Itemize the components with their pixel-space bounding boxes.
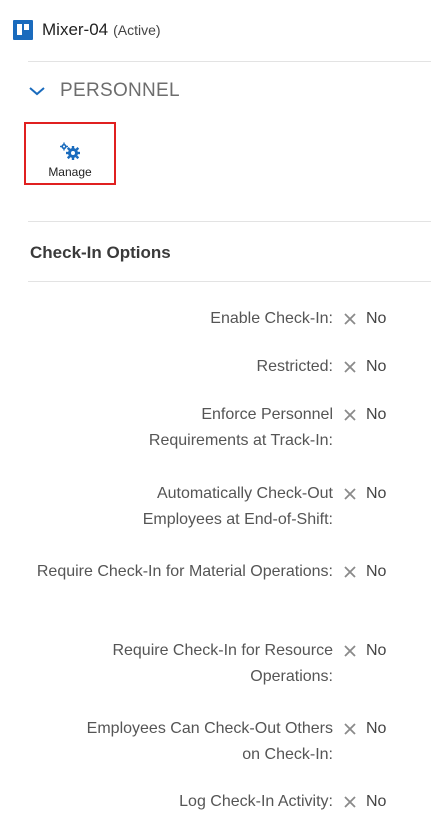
resource-name: Mixer-04 <box>42 20 109 39</box>
x-icon <box>344 313 356 325</box>
option-label: Enforce Personnel Requirements at Track-… <box>148 406 333 449</box>
option-value: No <box>343 481 386 507</box>
resource-personnel-panel: Mixer-04 (Active) PERSONNEL Manage Check… <box>0 0 431 825</box>
option-value-text: No <box>366 485 387 502</box>
option-value: No <box>343 559 386 585</box>
manage-button[interactable]: Manage <box>24 122 116 185</box>
option-label: Automatically Check-Out Employees at End… <box>142 485 333 528</box>
x-icon <box>344 645 356 657</box>
option-value-text: No <box>366 720 387 737</box>
option-value-text: No <box>366 563 387 580</box>
personnel-section-toggle[interactable]: PERSONNEL <box>28 78 180 104</box>
option-label: Require Check-In for Resource Operations… <box>112 642 333 685</box>
option-value: No <box>343 306 386 332</box>
divider <box>28 281 431 282</box>
option-value-text: No <box>366 406 387 423</box>
x-icon <box>344 566 356 578</box>
option-label: Restricted: <box>256 358 333 375</box>
x-icon <box>344 796 356 808</box>
chevron-down-icon <box>29 87 45 96</box>
option-label: Enable Check-In: <box>210 310 333 327</box>
option-value: No <box>343 402 386 428</box>
option-value: No <box>343 789 386 815</box>
option-label: Employees Can Check-Out Others on Check-… <box>86 720 333 763</box>
option-value-text: No <box>366 310 387 327</box>
option-value: No <box>343 638 386 664</box>
section-label: PERSONNEL <box>60 80 180 101</box>
resource-state: (Active) <box>113 22 161 38</box>
manage-label: Manage <box>48 165 92 179</box>
x-icon <box>344 488 356 500</box>
gears-icon <box>60 142 80 160</box>
option-value-text: No <box>366 642 387 659</box>
resource-title: Mixer-04 (Active) <box>13 18 161 42</box>
resource-board-icon <box>13 20 33 40</box>
option-label: Log Check-In Activity: <box>179 793 333 810</box>
x-icon <box>344 409 356 421</box>
option-value-text: No <box>366 358 387 375</box>
x-icon <box>344 361 356 373</box>
option-value: No <box>343 716 386 742</box>
x-icon <box>344 723 356 735</box>
option-label: Require Check-In for Material Operations… <box>36 563 333 580</box>
divider <box>28 61 431 62</box>
option-value: No <box>343 354 386 380</box>
option-value-text: No <box>366 793 387 810</box>
check-in-options-title: Check-In Options <box>30 243 171 262</box>
divider <box>28 221 431 222</box>
